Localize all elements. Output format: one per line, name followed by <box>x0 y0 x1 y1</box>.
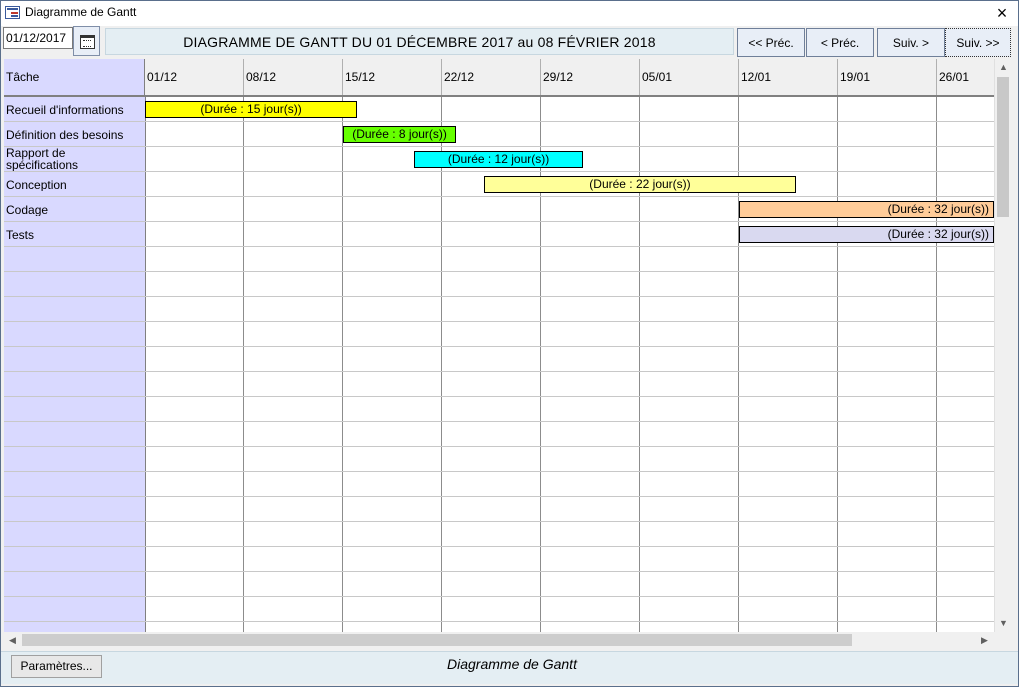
task-name[interactable]: Codage <box>6 204 145 216</box>
week-header: 01/12 <box>145 59 244 95</box>
row-gridline <box>4 621 994 622</box>
next-month-button[interactable]: Suiv. >> <box>945 28 1011 57</box>
row-gridline <box>4 596 994 597</box>
row-gridline <box>4 496 994 497</box>
task-column-header: Tâche <box>4 59 145 95</box>
week-gridline <box>441 97 442 632</box>
horizontal-scroll-thumb[interactable] <box>22 634 852 646</box>
start-date-input[interactable] <box>3 27 73 49</box>
week-header: 22/12 <box>442 59 541 95</box>
gantt-grid: Tâche 01/12 08/12 15/12 22/12 29/12 05/01 12/0… <box>4 59 994 632</box>
row-gridline <box>4 296 994 297</box>
row-gridline <box>4 546 994 547</box>
prev-week-button[interactable]: < Préc. <box>806 28 874 57</box>
week-gridline <box>342 97 343 632</box>
close-button[interactable]: × <box>986 1 1018 25</box>
scroll-up-icon[interactable]: ▲ <box>995 59 1012 76</box>
parameters-button[interactable]: Paramètres... <box>11 655 102 678</box>
week-header: 12/01 <box>739 59 838 95</box>
title-bar <box>1 1 1018 26</box>
row-gridline <box>4 171 994 172</box>
row-gridline <box>4 146 994 147</box>
row-gridline <box>4 346 994 347</box>
row-gridline <box>4 571 994 572</box>
row-gridline <box>4 246 994 247</box>
row-gridline <box>4 321 994 322</box>
week-header: 29/12 <box>541 59 640 95</box>
row-gridline <box>4 471 994 472</box>
week-gridline <box>837 97 838 632</box>
row-gridline <box>4 121 994 122</box>
row-gridline <box>4 196 994 197</box>
week-header: 08/12 <box>244 59 343 95</box>
scroll-left-icon[interactable]: ◀ <box>4 632 21 649</box>
week-header: 15/12 <box>343 59 442 95</box>
row-gridline <box>4 421 994 422</box>
app-form-icon <box>5 6 20 19</box>
footer-title: Diagramme de Gantt <box>447 656 577 672</box>
row-gridline <box>4 271 994 272</box>
prev-month-button[interactable]: << Préc. <box>737 28 805 57</box>
gantt-task-bar[interactable]: (Durée : 32 jour(s)) <box>739 226 994 243</box>
next-week-button[interactable]: Suiv. > <box>877 28 945 57</box>
gantt-header-title: DIAGRAMME DE GANTT DU 01 DÉCEMBRE 2017 a… <box>105 28 734 55</box>
row-gridline <box>4 521 994 522</box>
gantt-task-bar[interactable]: (Durée : 8 jour(s)) <box>343 126 457 143</box>
horizontal-scrollbar[interactable]: ◀ ▶ <box>4 632 994 649</box>
row-gridline <box>4 446 994 447</box>
scroll-down-icon[interactable]: ▼ <box>995 615 1012 632</box>
row-gridline <box>4 371 994 372</box>
gantt-task-bar[interactable]: (Durée : 15 jour(s)) <box>145 101 358 118</box>
gantt-task-bar[interactable]: (Durée : 32 jour(s)) <box>739 201 994 218</box>
row-gridline <box>4 396 994 397</box>
week-header: 19/01 <box>838 59 937 95</box>
gantt-task-bar[interactable]: (Durée : 22 jour(s)) <box>484 176 796 193</box>
gantt-task-bar[interactable]: (Durée : 12 jour(s)) <box>413 151 584 168</box>
task-name[interactable]: Recueil d'informations <box>6 104 145 116</box>
week-header: 26/01 <box>937 59 994 95</box>
task-name[interactable]: Rapport de spécifications <box>6 147 145 171</box>
header-separator <box>4 95 994 97</box>
scroll-right-icon[interactable]: ▶ <box>976 632 993 649</box>
week-header: 05/01 <box>640 59 739 95</box>
task-name[interactable]: Conception <box>6 179 145 191</box>
week-gridline <box>936 97 937 632</box>
vertical-scroll-thumb[interactable] <box>997 77 1009 217</box>
calendar-picker-button[interactable] <box>73 26 100 56</box>
task-name[interactable]: Définition des besoins <box>6 129 145 141</box>
window-title: Diagramme de Gantt <box>25 5 137 19</box>
week-gridline <box>243 97 244 632</box>
vertical-scrollbar[interactable]: ▲ ▼ <box>994 59 1011 632</box>
task-name[interactable]: Tests <box>6 229 145 241</box>
calendar-icon <box>80 35 95 49</box>
row-gridline <box>4 221 994 222</box>
